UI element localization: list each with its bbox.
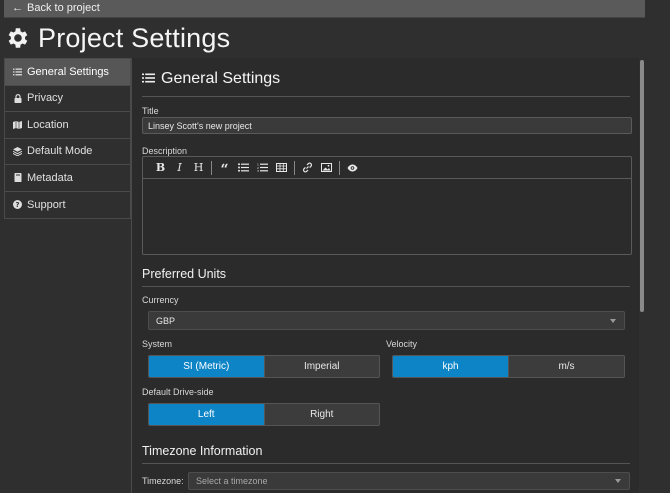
book-icon bbox=[13, 173, 22, 183]
system-label: System bbox=[142, 339, 173, 349]
preferred-units-heading: Preferred Units bbox=[142, 267, 227, 281]
back-link-label: Back to project bbox=[27, 2, 100, 14]
toolbar-separator bbox=[294, 160, 295, 175]
link-icon[interactable] bbox=[298, 160, 317, 176]
velocity-toggle: kph m/s bbox=[392, 355, 625, 378]
lock-icon bbox=[13, 93, 22, 103]
bullet-list-icon[interactable] bbox=[234, 160, 253, 176]
list-icon bbox=[13, 67, 22, 76]
arrow-left-icon: ← bbox=[12, 2, 23, 14]
drive-side-toggle: Left Right bbox=[148, 403, 380, 426]
description-editor[interactable] bbox=[142, 178, 632, 255]
settings-sidebar: General Settings Privacy Location Defaul… bbox=[4, 58, 131, 219]
timezone-select[interactable]: Select a timezone bbox=[188, 472, 630, 490]
timezone-placeholder: Select a timezone bbox=[196, 476, 268, 486]
numbered-list-icon[interactable]: 123 bbox=[253, 160, 272, 176]
sidebar-item-label: Default Mode bbox=[27, 145, 93, 158]
drive-side-label: Default Drive-side bbox=[142, 387, 214, 397]
italic-icon[interactable]: I bbox=[170, 160, 189, 176]
sidebar-item-privacy[interactable]: Privacy bbox=[5, 86, 130, 112]
currency-value: GBP bbox=[156, 315, 176, 326]
velocity-option-kph[interactable]: kph bbox=[393, 356, 508, 377]
bold-icon[interactable]: B bbox=[151, 160, 170, 176]
page-header: Project Settings bbox=[4, 20, 230, 56]
sidebar-item-label: Privacy bbox=[27, 92, 64, 105]
chevron-down-icon bbox=[610, 318, 616, 323]
currency-label: Currency bbox=[142, 295, 179, 305]
layers-icon bbox=[13, 146, 22, 156]
settings-panel: General Settings Title Linsey Scott's ne… bbox=[131, 58, 639, 493]
currency-select[interactable]: GBP bbox=[148, 311, 625, 330]
sidebar-item-metadata[interactable]: Metadata bbox=[5, 165, 130, 192]
sidebar-item-label: General Settings bbox=[27, 65, 109, 78]
sidebar-item-label: Location bbox=[27, 118, 69, 131]
heading-icon[interactable]: H bbox=[189, 160, 208, 176]
general-settings-title: General Settings bbox=[161, 70, 281, 87]
svg-text:?: ? bbox=[15, 201, 19, 209]
quote-icon[interactable]: “ bbox=[215, 160, 234, 177]
title-input[interactable]: Linsey Scott's new project bbox=[142, 117, 632, 134]
divider bbox=[142, 286, 630, 287]
top-bar: ← Back to project bbox=[4, 0, 645, 18]
svg-text:3: 3 bbox=[257, 169, 259, 172]
sidebar-item-location[interactable]: Location bbox=[5, 112, 130, 139]
timezone-heading: Timezone Information bbox=[142, 444, 263, 458]
table-icon[interactable] bbox=[272, 160, 291, 176]
page-title: Project Settings bbox=[38, 22, 231, 53]
image-icon[interactable] bbox=[317, 160, 336, 176]
system-option-si-metric[interactable]: SI (Metric) bbox=[149, 356, 264, 377]
divider bbox=[142, 96, 630, 97]
toolbar-separator bbox=[211, 160, 212, 175]
editor-toolbar: B I H “ 123 bbox=[142, 156, 632, 178]
sidebar-item-support[interactable]: ? Support bbox=[5, 192, 130, 219]
timezone-label: Timezone: bbox=[142, 476, 184, 486]
panel-scrollbar[interactable] bbox=[640, 60, 644, 312]
preview-icon[interactable] bbox=[343, 160, 362, 176]
list-icon bbox=[142, 70, 155, 88]
back-to-project-link[interactable]: ← Back to project bbox=[12, 2, 100, 14]
sidebar-item-default-mode[interactable]: Default Mode bbox=[5, 139, 130, 165]
velocity-label: Velocity bbox=[386, 339, 418, 349]
sidebar-item-general-settings[interactable]: General Settings bbox=[5, 59, 130, 86]
map-icon bbox=[13, 120, 22, 129]
drive-option-right[interactable]: Right bbox=[263, 404, 379, 425]
velocity-option-ms[interactable]: m/s bbox=[508, 356, 624, 377]
gear-icon bbox=[8, 28, 28, 48]
question-icon: ? bbox=[13, 200, 22, 210]
description-label: Description bbox=[142, 146, 188, 156]
sidebar-item-label: Support bbox=[27, 198, 66, 211]
drive-option-left[interactable]: Left bbox=[149, 404, 264, 425]
title-label: Title bbox=[142, 106, 159, 116]
divider bbox=[142, 463, 630, 464]
system-toggle: SI (Metric) Imperial bbox=[148, 355, 380, 378]
chevron-down-icon bbox=[615, 479, 621, 483]
toolbar-separator bbox=[339, 160, 340, 175]
system-option-imperial[interactable]: Imperial bbox=[263, 356, 379, 377]
sidebar-item-label: Metadata bbox=[27, 171, 73, 184]
general-settings-heading: General Settings bbox=[142, 70, 280, 88]
